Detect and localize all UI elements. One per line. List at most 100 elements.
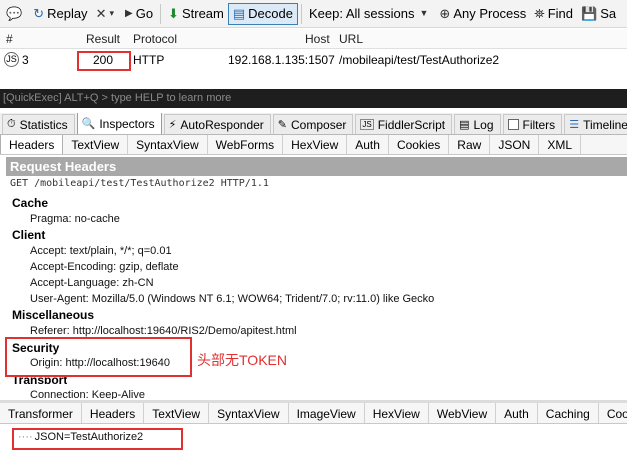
- stream-icon: ⬇: [168, 6, 179, 21]
- response-tab-webview[interactable]: WebView: [429, 403, 497, 423]
- session-url: /mobileapi/test/TestAuthorize2: [339, 53, 500, 67]
- find-label: Find: [547, 6, 573, 21]
- crosshair-icon: ⊕: [439, 6, 451, 21]
- play-icon: ▶: [125, 7, 133, 19]
- remove-icon: ✕: [95, 6, 107, 21]
- chat-bubble-icon: 💬: [6, 6, 23, 21]
- comment-button[interactable]: 💬: [2, 3, 29, 25]
- toolbar: 💬 ↻ Replay ✕ ▾ ▶ Go ⬇ Stream ▤ Decode Keep: A…: [0, 0, 627, 28]
- quickexec-input[interactable]: [QuickExec] ALT+Q > type HELP to learn m…: [0, 89, 627, 108]
- column-number[interactable]: #: [6, 32, 13, 46]
- find-button[interactable]: ⛯ Find: [530, 3, 577, 25]
- main-tab-bar: ⏱ Statistics 🔍 Inspectors ⚡ AutoResponder ✎…: [0, 113, 627, 135]
- column-url[interactable]: URL: [339, 32, 363, 46]
- tab-inspectors-label: Inspectors: [99, 116, 155, 131]
- go-button[interactable]: ▶ Go: [121, 3, 157, 25]
- header-group-miscellaneous[interactable]: Miscellaneous: [12, 308, 94, 322]
- request-tab-textview[interactable]: TextView: [63, 135, 129, 154]
- replay-button[interactable]: ↻ Replay: [29, 3, 91, 25]
- save-button[interactable]: 💾 Sa: [577, 3, 620, 25]
- inspect-icon: 🔍: [81, 118, 96, 130]
- column-protocol[interactable]: Protocol: [133, 32, 177, 46]
- go-label: Go: [135, 6, 154, 21]
- tab-statistics-label: Statistics: [19, 117, 68, 132]
- request-tab-headers[interactable]: Headers: [0, 135, 64, 154]
- response-highlight-box: [12, 428, 183, 450]
- header-entry[interactable]: Accept-Language: zh-CN: [30, 277, 154, 289]
- checkbox-icon: [507, 119, 519, 130]
- response-tab-imageview[interactable]: ImageView: [289, 403, 365, 423]
- column-result[interactable]: Result: [86, 32, 120, 46]
- result-highlight-box: [77, 51, 131, 71]
- tab-fiddlerscript[interactable]: JS FiddlerScript: [355, 114, 453, 134]
- header-entry[interactable]: Accept-Encoding: gzip, deflate: [30, 261, 179, 273]
- request-tab-raw[interactable]: Raw: [449, 135, 491, 154]
- response-tab-cookies[interactable]: Coo: [599, 403, 627, 423]
- replay-icon: ↻: [33, 6, 45, 21]
- security-highlight-box: [5, 337, 192, 377]
- tab-fiddlerscript-label: FiddlerScript: [377, 117, 446, 132]
- replay-label: Replay: [47, 6, 88, 21]
- js-icon: JS: [360, 119, 374, 130]
- remove-button[interactable]: ✕ ▾: [92, 3, 121, 25]
- annotation-text: 头部无TOKEN: [197, 352, 287, 368]
- keep-sessions-label: Keep: All sessions: [308, 6, 415, 21]
- response-tab-headers[interactable]: Headers: [82, 403, 145, 423]
- timeline-icon: ☰: [569, 119, 580, 131]
- request-tab-xml[interactable]: XML: [539, 135, 582, 154]
- tab-log-label: Log: [473, 117, 494, 132]
- header-entry[interactable]: User-Agent: Mozilla/5.0 (Windows NT 6.1;…: [30, 293, 434, 305]
- request-headers-title: Request Headers: [6, 157, 627, 176]
- log-icon: ▤: [459, 119, 470, 131]
- request-tab-cookies[interactable]: Cookies: [389, 135, 450, 154]
- header-entry[interactable]: Pragma: no-cache: [30, 213, 120, 225]
- response-tab-syntaxview[interactable]: SyntaxView: [209, 403, 289, 423]
- any-process-button[interactable]: ⊕ Any Process: [435, 3, 530, 25]
- tab-log[interactable]: ▤ Log: [454, 114, 501, 134]
- response-tab-transformer[interactable]: Transformer: [0, 403, 82, 423]
- pencil-icon: ✎: [277, 119, 288, 131]
- tab-filters[interactable]: Filters: [502, 114, 563, 134]
- save-icon: 💾: [581, 6, 598, 21]
- dropdown-arrow-icon: ▼: [419, 8, 429, 18]
- tab-timeline[interactable]: ☰ Timeline: [564, 114, 627, 134]
- decode-button[interactable]: ▤ Decode: [227, 2, 298, 25]
- response-tab-caching[interactable]: Caching: [538, 403, 599, 423]
- decode-icon: ▤: [232, 6, 246, 21]
- tab-timeline-label: Timeline: [583, 117, 627, 132]
- lightning-icon: ⚡: [168, 119, 177, 131]
- request-tab-auth[interactable]: Auth: [347, 135, 389, 154]
- binoculars-icon: ⛯: [534, 6, 545, 21]
- stopwatch-icon: ⏱: [7, 118, 16, 130]
- response-tab-textview[interactable]: TextView: [144, 403, 210, 423]
- keep-sessions-dropdown[interactable]: Keep: All sessions ▼: [305, 3, 435, 25]
- tab-autoresponder-label: AutoResponder: [180, 117, 264, 132]
- request-tab-bar: Headers TextView SyntaxView WebForms Hex…: [0, 135, 627, 155]
- tab-autoresponder[interactable]: ⚡ AutoResponder: [163, 114, 271, 134]
- response-tab-hexview[interactable]: HexView: [365, 403, 429, 423]
- stream-label: Stream: [181, 6, 224, 21]
- header-group-client[interactable]: Client: [12, 228, 45, 242]
- request-tab-json[interactable]: JSON: [490, 135, 540, 154]
- tab-statistics[interactable]: ⏱ Statistics: [2, 114, 75, 134]
- session-protocol: HTTP: [133, 53, 165, 67]
- toolbar-separator: [160, 3, 162, 24]
- header-entry[interactable]: Referer: http://localhost:19640/RIS2/Dem…: [30, 325, 297, 337]
- tab-composer[interactable]: ✎ Composer: [272, 114, 354, 134]
- request-line: GET /mobileapi/test/TestAuthorize2 HTTP/…: [10, 178, 269, 189]
- tab-inspectors[interactable]: 🔍 Inspectors: [76, 113, 162, 134]
- header-group-cache[interactable]: Cache: [12, 196, 48, 210]
- dropdown-arrow-icon: ▾: [109, 8, 114, 18]
- tab-filters-label: Filters: [522, 117, 556, 132]
- request-tab-syntaxview[interactable]: SyntaxView: [128, 135, 208, 154]
- response-tab-auth[interactable]: Auth: [496, 403, 538, 423]
- column-host[interactable]: Host: [305, 32, 330, 46]
- save-label: Sa: [600, 6, 617, 21]
- request-tab-webforms[interactable]: WebForms: [208, 135, 284, 154]
- request-tab-hexview[interactable]: HexView: [283, 135, 348, 154]
- header-entry[interactable]: Accept: text/plain, */*; q=0.01: [30, 245, 172, 257]
- stream-button[interactable]: ⬇ Stream: [164, 3, 228, 25]
- any-process-label: Any Process: [453, 6, 527, 21]
- header-entry[interactable]: Connection: Keep-Alive: [30, 389, 145, 399]
- toolbar-separator: [300, 3, 302, 24]
